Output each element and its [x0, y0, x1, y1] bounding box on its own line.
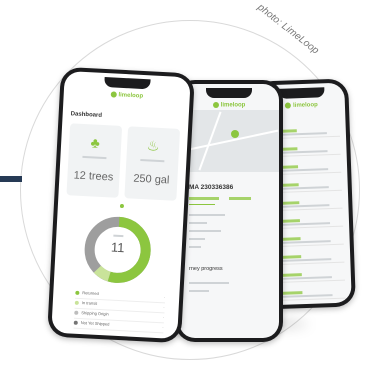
journey-progress-heading: rney progress	[189, 266, 223, 272]
detail-row	[189, 212, 225, 217]
detail-row	[189, 236, 205, 241]
water-drop-icon: ♨	[146, 137, 160, 154]
phone-screen: limeloop MA 230336386 rney progress	[179, 84, 279, 338]
tab-bar[interactable]	[189, 196, 251, 205]
map-view[interactable]	[179, 110, 279, 172]
trees-saved-card[interactable]: ♣ 12 trees	[66, 123, 123, 198]
notch	[277, 87, 325, 99]
dashboard-title: Dashboard	[70, 111, 103, 119]
page-indicator	[119, 203, 125, 209]
water-saved-card[interactable]: ♨ 250 gal	[124, 126, 181, 201]
card-label	[126, 156, 178, 164]
detail-row	[189, 220, 207, 225]
app-logo: limeloop	[64, 89, 190, 102]
tree-icon: ♣	[90, 134, 101, 151]
logo-icon	[110, 91, 117, 98]
logo-icon	[212, 102, 219, 108]
progress-step	[189, 288, 209, 293]
logo-icon	[284, 102, 292, 109]
water-value: 250 gal	[133, 172, 170, 187]
card-label	[68, 153, 120, 161]
phone-screen: limeloop Dashboard ♣ 12 trees ♨ 250 gal …	[51, 70, 191, 340]
accent-bar	[0, 176, 22, 182]
list-item[interactable]	[272, 288, 346, 302]
notch	[206, 88, 252, 98]
progress-step	[189, 280, 229, 285]
shipment-id: MA 230336386	[189, 184, 234, 191]
app-logo: limeloop	[179, 102, 279, 109]
map-pin-icon	[231, 130, 239, 138]
notch	[104, 76, 151, 90]
phone-mockup-dashboard: limeloop Dashboard ♣ 12 trees ♨ 250 gal …	[47, 66, 195, 344]
trees-value: 12 trees	[73, 169, 114, 184]
detail-row	[189, 228, 221, 233]
detail-row	[189, 244, 201, 249]
